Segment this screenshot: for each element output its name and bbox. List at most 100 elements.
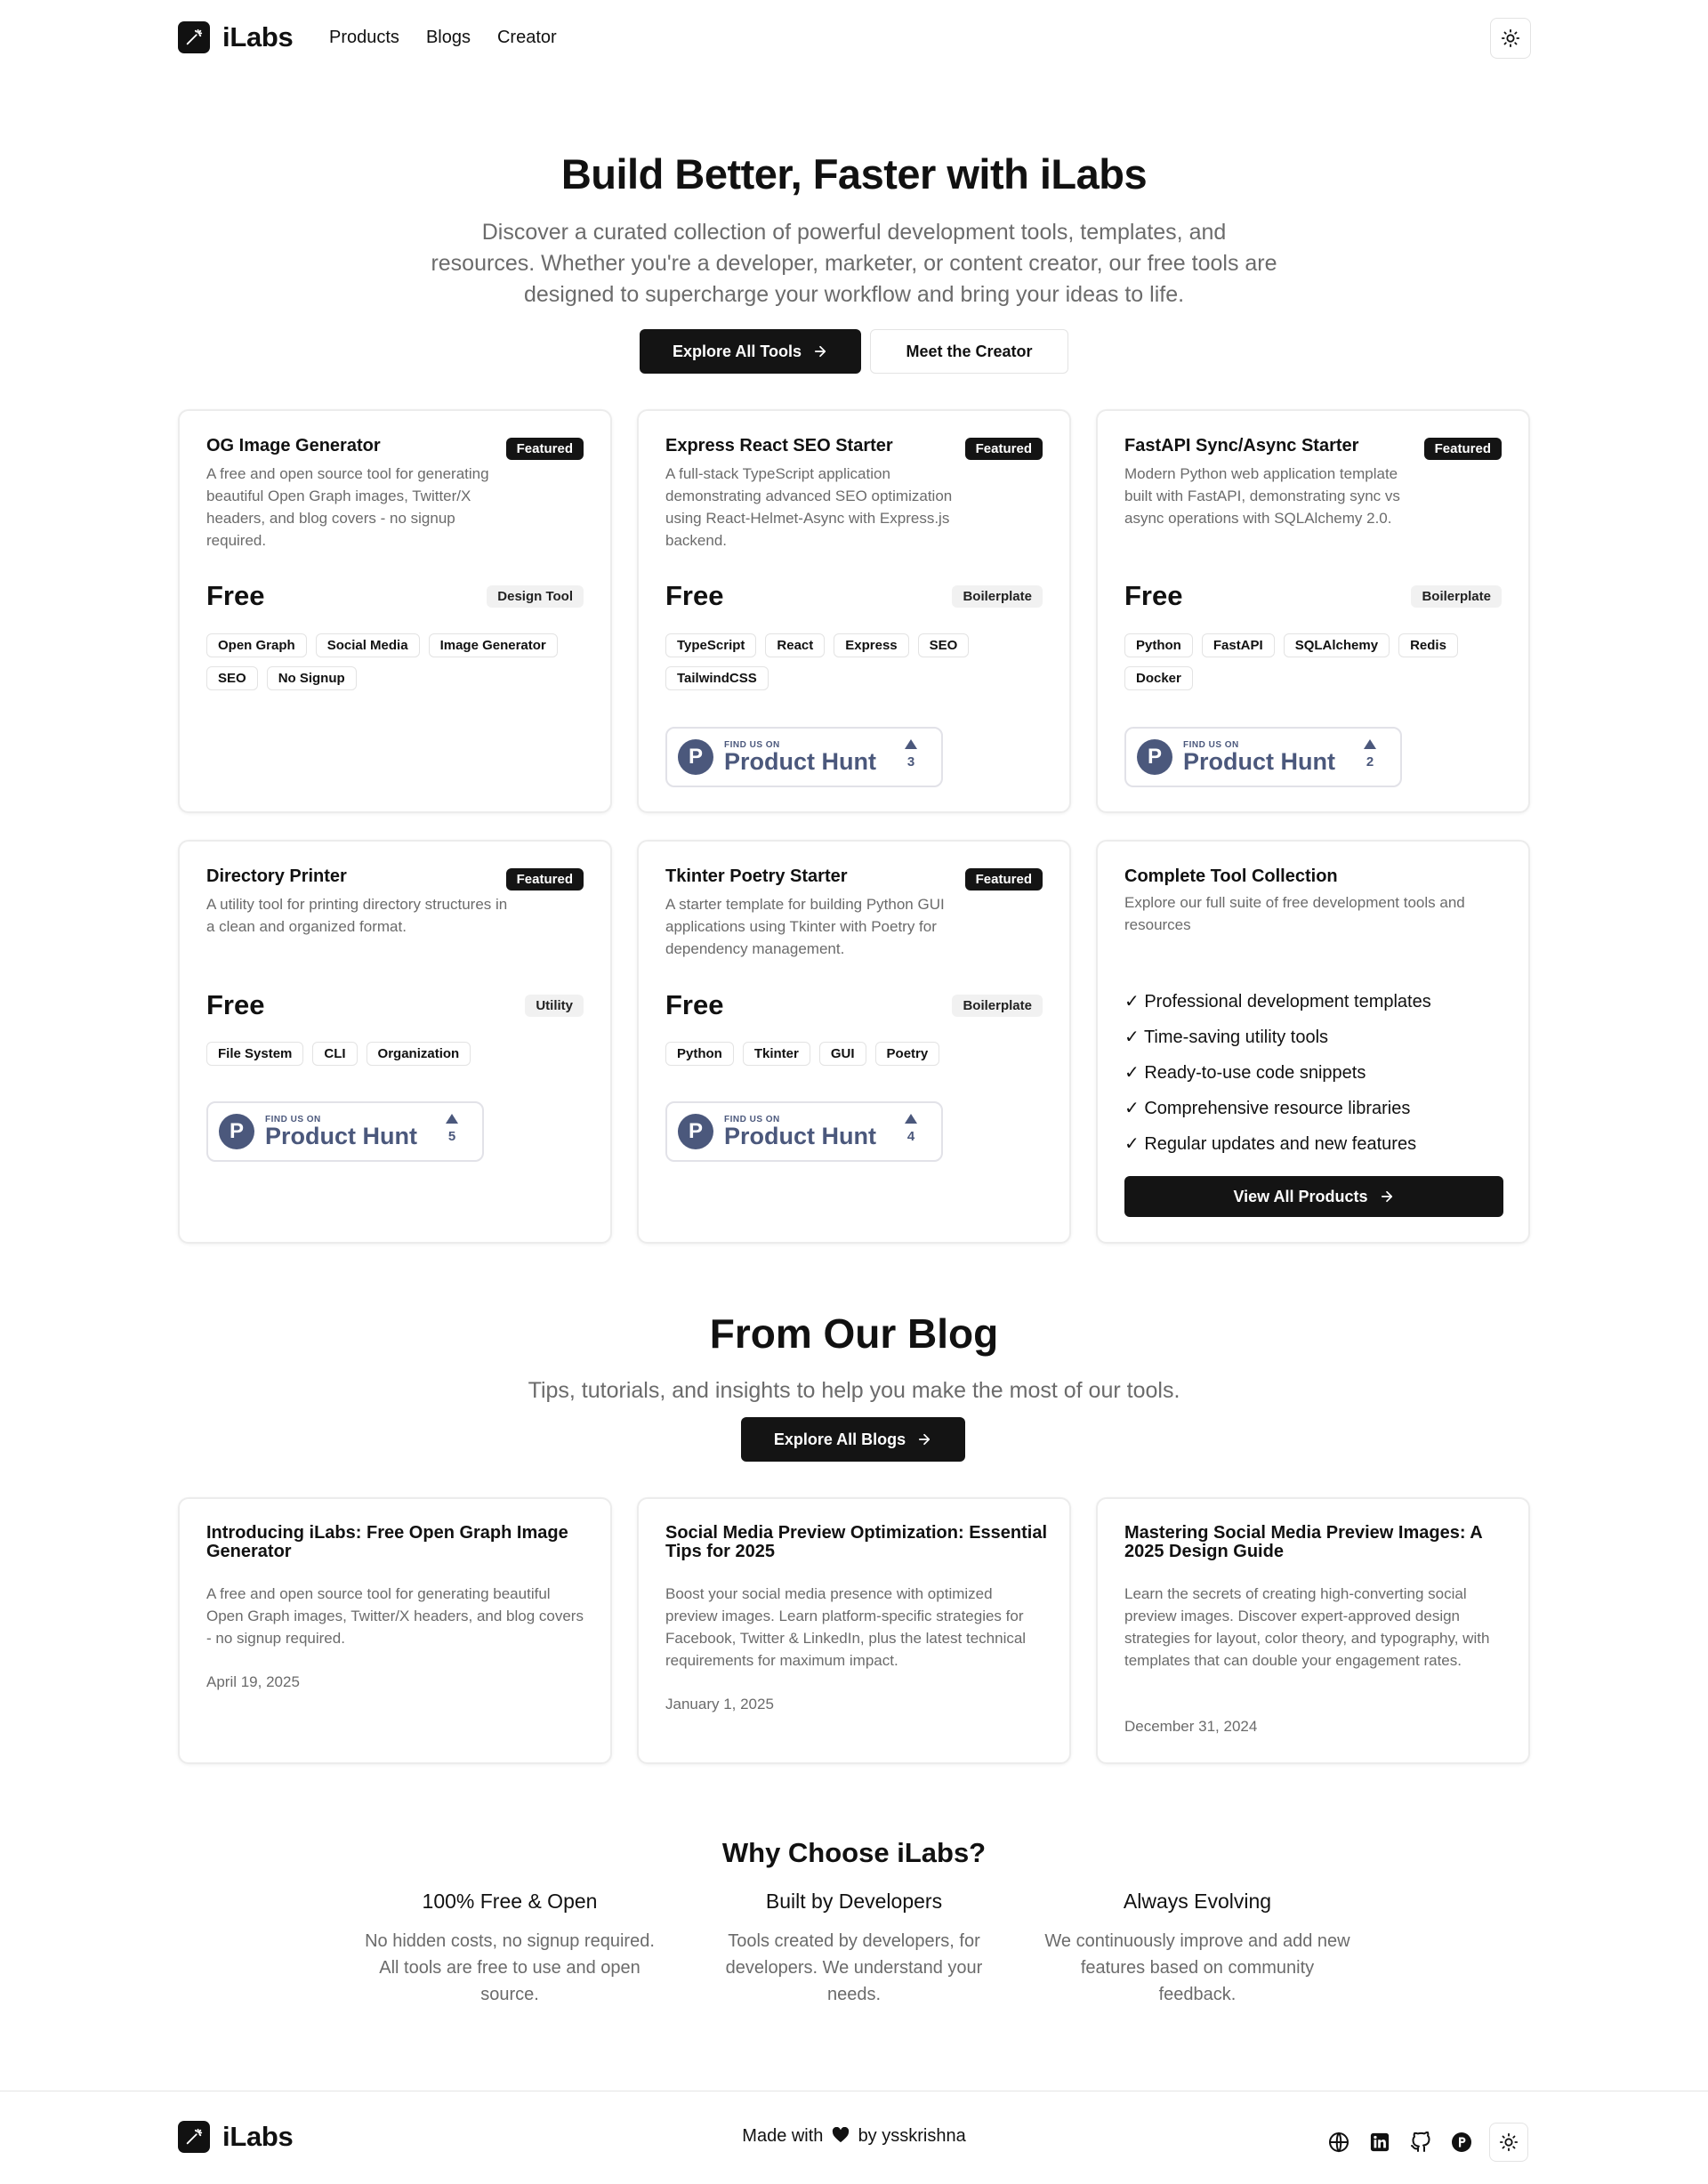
- github-icon[interactable]: [1407, 2129, 1434, 2156]
- blog-post-description: A free and open source tool for generati…: [206, 1585, 584, 1647]
- footer-theme-toggle-button[interactable]: [1489, 2123, 1528, 2162]
- upvote-icon: [446, 1114, 458, 1124]
- product-card[interactable]: Directory Printer Featured A utility too…: [178, 840, 612, 1244]
- view-all-products-label: View All Products: [1233, 1187, 1368, 1205]
- meet-creator-button[interactable]: Meet the Creator: [870, 329, 1068, 374]
- featured-badge: Featured: [505, 868, 584, 891]
- nav-products[interactable]: Products: [329, 28, 399, 48]
- tag: Social Media: [315, 633, 420, 657]
- product-hunt-icon: P: [678, 739, 713, 775]
- blog-section-title: From Our Blog: [709, 1310, 999, 1357]
- tag: Organization: [366, 1042, 471, 1066]
- feature-list: ✓ Professional development templates ✓ T…: [1124, 984, 1431, 1162]
- product-description: Modern Python web application template b…: [1124, 465, 1400, 527]
- made-with-label: Made with: [742, 2126, 824, 2146]
- product-card[interactable]: Express React SEO Starter Featured A ful…: [637, 409, 1071, 813]
- product-title: Express React SEO Starter: [665, 436, 893, 455]
- feature-item: ✓ Time-saving utility tools: [1124, 1028, 1329, 1047]
- brand-name: iLabs: [222, 21, 294, 52]
- hero-title: Build Better, Faster with iLabs: [560, 150, 1148, 197]
- why-item-text: No hidden costs, no signup required. All…: [365, 1931, 655, 2004]
- product-hunt-badge[interactable]: P FIND US ON Product Hunt 4: [665, 1101, 943, 1162]
- upvote-icon: [1364, 739, 1376, 749]
- category-badge: Boilerplate: [1411, 585, 1502, 608]
- blog-subtitle: Tips, tutorials, and insights to help yo…: [528, 1378, 1180, 1403]
- nav-blogs[interactable]: Blogs: [426, 28, 471, 48]
- collection-card: Complete Tool Collection Explore our ful…: [1096, 840, 1530, 1244]
- feature-item: ✓ Professional development templates: [1124, 992, 1431, 1011]
- why-item-title: Always Evolving: [1123, 1890, 1272, 1913]
- product-hunt-badge[interactable]: P FIND US ON Product Hunt 2: [1124, 727, 1402, 787]
- why-item-text: Tools created by developers, for develop…: [725, 1931, 983, 2004]
- sun-icon: [1501, 28, 1520, 48]
- tag: TailwindCSS: [665, 666, 769, 690]
- tag: TypeScript: [665, 633, 757, 657]
- tag: React: [765, 633, 826, 657]
- tag: Poetry: [874, 1042, 940, 1066]
- explore-blogs-button[interactable]: Explore All Blogs: [741, 1417, 965, 1462]
- product-hunt-icon: P: [219, 1114, 254, 1149]
- product-price: Free: [665, 989, 724, 1020]
- product-title: OG Image Generator: [206, 436, 381, 455]
- feature-item: ✓ Comprehensive resource libraries: [1124, 1099, 1411, 1118]
- featured-badge: Featured: [964, 868, 1043, 891]
- theme-toggle-button[interactable]: [1490, 18, 1531, 59]
- tag: CLI: [312, 1042, 358, 1066]
- category-badge: Boilerplate: [952, 995, 1043, 1017]
- vote-count: 2: [1366, 754, 1374, 770]
- explore-blogs-label: Explore All Blogs: [773, 1430, 906, 1448]
- product-card[interactable]: Tkinter Poetry Starter Featured A starte…: [637, 840, 1071, 1244]
- product-card[interactable]: FastAPI Sync/Async Starter Featured Mode…: [1096, 409, 1530, 813]
- social-links: [1325, 2123, 1528, 2162]
- product-description: A full-stack TypeScript application demo…: [665, 465, 953, 549]
- author-link[interactable]: by ysskrishna: [858, 2126, 966, 2146]
- tag: Image Generator: [428, 633, 558, 657]
- tag-list: Open Graph Social Media Image Generator …: [206, 633, 589, 690]
- tag: SEO: [917, 633, 970, 657]
- arrow-right-icon: [1381, 1190, 1392, 1203]
- brand-logo[interactable]: iLabs: [178, 21, 294, 53]
- why-item: 100% Free & Open No hidden costs, no sig…: [354, 1890, 665, 2008]
- tag: Express: [834, 633, 909, 657]
- blog-card[interactable]: Social Media Preview Optimization: Essen…: [637, 1497, 1071, 1764]
- product-description: A utility tool for printing directory st…: [206, 896, 508, 935]
- product-hunt-icon[interactable]: [1448, 2129, 1475, 2156]
- nav-creator[interactable]: Creator: [497, 28, 557, 48]
- ph-big-label: Product Hunt: [724, 748, 876, 775]
- collection-title: Complete Tool Collection: [1124, 866, 1338, 886]
- blog-card[interactable]: Introducing iLabs: Free Open Graph Image…: [178, 1497, 612, 1764]
- tag: Docker: [1124, 666, 1193, 690]
- product-price: Free: [206, 989, 265, 1020]
- tag-list: TypeScript React Express SEO TailwindCSS: [665, 633, 1048, 690]
- tag: GUI: [818, 1042, 866, 1066]
- product-price: Free: [665, 580, 724, 611]
- blog-post-date: April 19, 2025: [206, 1673, 300, 1690]
- product-card[interactable]: OG Image Generator Featured A free and o…: [178, 409, 612, 813]
- globe-icon[interactable]: [1325, 2129, 1352, 2156]
- product-hunt-badge[interactable]: P FIND US ON Product Hunt 3: [665, 727, 943, 787]
- tag-list: Python FastAPI SQLAlchemy Redis Docker: [1124, 633, 1507, 690]
- blog-post-title: Social Media Preview Optimization: Essen…: [665, 1523, 1048, 1561]
- magic-wand-icon: [178, 21, 210, 53]
- category-badge: Design Tool: [487, 585, 584, 608]
- blog-post-date: January 1, 2025: [665, 1696, 774, 1713]
- tag: No Signup: [266, 666, 357, 690]
- explore-tools-button[interactable]: Explore All Tools: [640, 329, 861, 374]
- blog-post-date: December 31, 2024: [1124, 1718, 1258, 1735]
- site-header: iLabs Products Blogs Creator: [0, 0, 1708, 77]
- view-all-products-button[interactable]: View All Products: [1124, 1176, 1503, 1217]
- vote-count: 4: [906, 1129, 915, 1144]
- blog-card[interactable]: Mastering Social Media Preview Images: A…: [1096, 1497, 1530, 1764]
- arrow-right-icon: [919, 1433, 931, 1446]
- product-price: Free: [1124, 580, 1183, 611]
- ph-big-label: Product Hunt: [265, 1123, 417, 1149]
- tag: Redis: [1398, 633, 1458, 657]
- product-hunt-icon: P: [1137, 739, 1172, 775]
- arrow-right-icon: [814, 345, 826, 358]
- feature-item: ✓ Ready-to-use code snippets: [1124, 1063, 1366, 1083]
- product-hunt-badge[interactable]: P FIND US ON Product Hunt 5: [206, 1101, 484, 1162]
- feature-item: ✓ Regular updates and new features: [1124, 1134, 1417, 1154]
- linkedin-icon[interactable]: [1366, 2129, 1393, 2156]
- tag: Python: [1124, 633, 1193, 657]
- hero-description: Discover a curated collection of powerfu…: [431, 220, 1277, 307]
